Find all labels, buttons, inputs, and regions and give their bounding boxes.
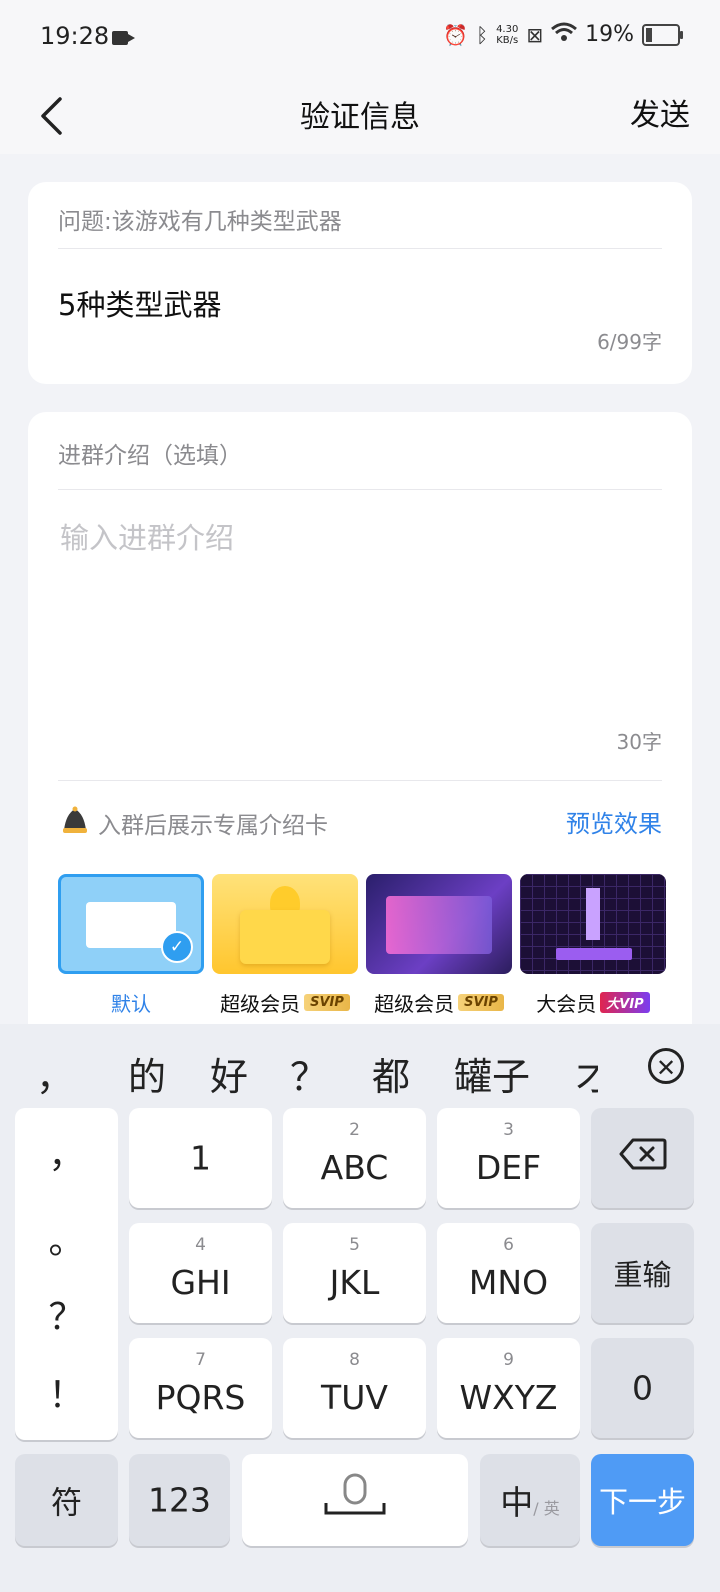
punct-key[interactable]: 。 [15,1212,118,1264]
reenter-key[interactable]: 重输 [591,1223,694,1323]
intro-card-label: 入群后展示专属介绍卡 [98,813,328,839]
svip-badge: SVIP [458,994,504,1011]
send-button[interactable]: 发送 [630,90,690,134]
check-icon: ✓ [161,931,193,963]
intro-input[interactable] [58,520,662,556]
key-tuv[interactable]: 8 TUV [283,1338,426,1438]
answer-field[interactable]: 5种类型武器 [58,282,221,324]
template-caption: 超级会员 SVIP [205,988,365,1017]
candidate[interactable]: 好 [210,1046,248,1101]
divider [58,780,662,781]
preview-link[interactable]: 预览效果 [566,804,662,839]
punctuation-column[interactable]: ， 。 ？ ！ [15,1108,118,1440]
backspace-icon [591,1138,694,1178]
question-card: 问题:该游戏有几种类型武器 5种类型武器 6/99字 [28,182,692,384]
status-time: 19:28 [40,22,110,50]
keyboard: ， 的 好 ？ 都 罐子 才 ✕ ， 。 ？ ！ 1 2 ABC 3 DEF 4… [0,1024,720,1592]
screen-record-icon [112,31,135,45]
microphone-icon [242,1473,468,1527]
nav-bar: 验证信息 发送 [0,78,720,154]
punct-key[interactable]: ， [15,1126,118,1178]
template-carousel[interactable]: ✓ 默认 超级会员 SVIP 超级会员 SVIP 大会员 大VIP [58,874,692,1024]
key-mno[interactable]: 6 MNO [437,1223,580,1323]
question-label: 问题:该游戏有几种类型武器 [58,209,342,235]
template-default[interactable]: ✓ [58,874,204,974]
wifi-icon [551,22,578,47]
template-svip-1[interactable] [212,874,358,974]
intro-card-header: 入群后展示专属介绍卡 预览效果 [58,802,662,842]
collapse-candidates-icon[interactable]: ✕ [648,1048,684,1084]
candidate-bar: ， 的 好 ？ 都 罐子 才 ✕ [0,1024,720,1120]
alarm-icon: ⏰ [443,22,469,47]
battery-percent: 19% [585,22,634,47]
backspace-key[interactable] [591,1108,694,1208]
intro-char-counter: 30字 [616,730,662,754]
key-1[interactable]: 1 [129,1108,272,1208]
big-vip-badge: 大VIP [600,992,650,1013]
template-caption: 超级会员 SVIP [359,988,519,1017]
key-pqrs[interactable]: 7 PQRS [129,1338,272,1438]
zero-key[interactable]: 0 [591,1338,694,1438]
svip-badge: SVIP [304,994,350,1011]
divider [58,248,662,249]
intro-label: 进群介绍（选填） [58,443,242,469]
numbers-key[interactable]: 123 [129,1454,230,1546]
template-caption: 大会员 大VIP [513,988,673,1017]
no-sim-icon: ⊠ [526,22,544,47]
status-bar: 19:28 ⏰ ᛒ 4.30 KB/s ⊠ 19% [0,0,720,78]
template-caption: 默认 [111,992,151,1016]
candidate[interactable]: 都 [372,1046,410,1101]
template-big-vip[interactable] [520,874,666,974]
crown-icon [60,806,90,836]
candidate[interactable]: 的 [128,1046,166,1101]
punct-key[interactable]: ？ [15,1288,118,1340]
key-def[interactable]: 3 DEF [437,1108,580,1208]
template-svip-2[interactable] [366,874,512,974]
page-title: 验证信息 [300,100,420,135]
status-icons: ⏰ ᛒ 4.30 KB/s ⊠ 19% [443,22,683,47]
key-ghi[interactable]: 4 GHI [129,1223,272,1323]
candidate[interactable]: ？ [290,1046,328,1101]
answer-char-counter: 6/99字 [597,330,662,354]
space-key[interactable] [242,1454,468,1546]
next-key[interactable]: 下一步 [591,1454,694,1546]
battery-icon [642,23,683,46]
bluetooth-icon: ᛒ [476,22,489,47]
key-jkl[interactable]: 5 JKL [283,1223,426,1323]
key-wxyz[interactable]: 9 WXYZ [437,1338,580,1438]
network-speed: 4.30 KB/s [496,23,519,46]
divider [58,489,662,490]
symbols-key[interactable]: 符 [15,1454,118,1546]
candidate[interactable]: 才 [576,1046,598,1101]
intro-card: 进群介绍（选填） 30字 入群后展示专属介绍卡 预览效果 ✓ 默认 超级会员 S… [28,412,692,1052]
candidate[interactable]: ， [36,1046,74,1101]
punct-key[interactable]: ！ [15,1366,118,1418]
candidate[interactable]: 罐子 [454,1046,530,1101]
key-abc[interactable]: 2 ABC [283,1108,426,1208]
language-key[interactable]: 中 / 英 [480,1454,580,1546]
